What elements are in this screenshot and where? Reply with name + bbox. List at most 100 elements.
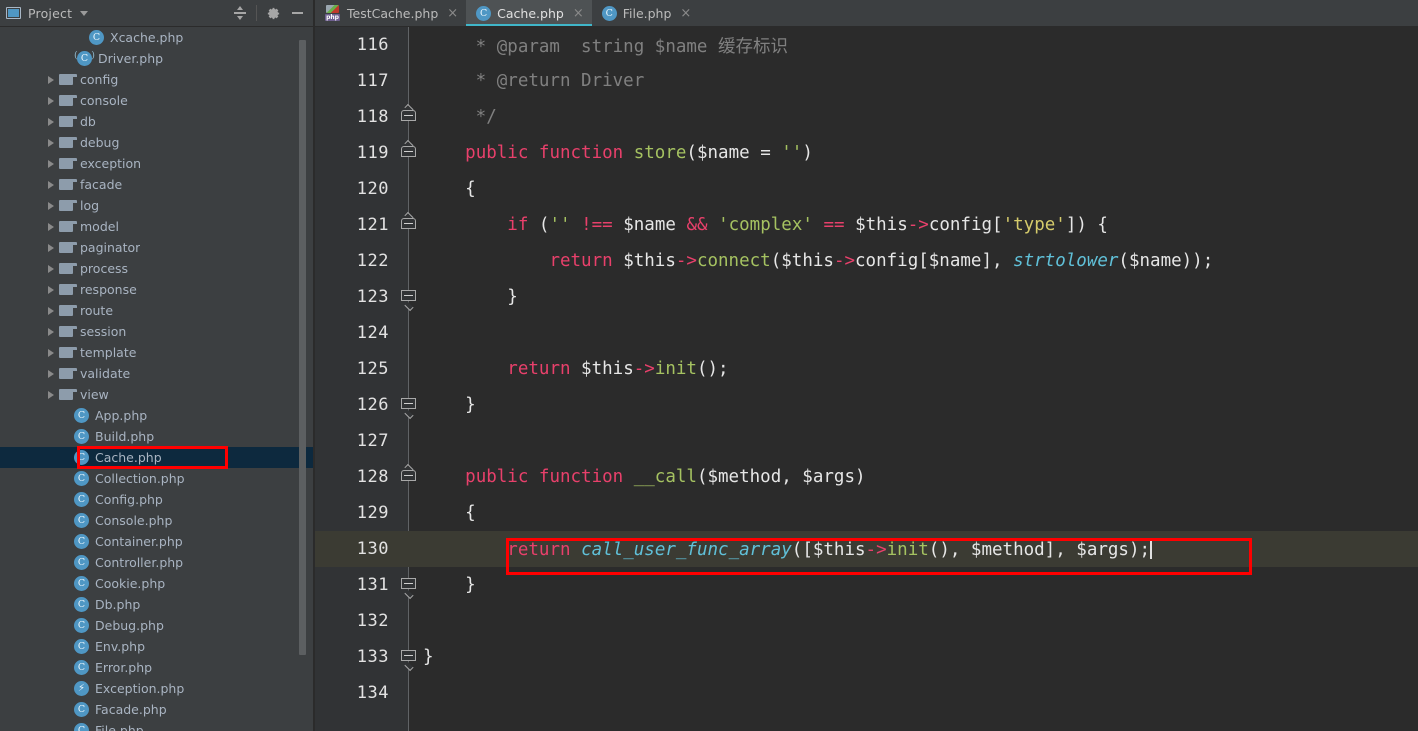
close-icon[interactable]: × [447,7,458,20]
code-line-126[interactable]: 126 } [315,387,1418,423]
tree-item-validate[interactable]: validate [0,363,315,384]
tree-item-driver-php[interactable]: (C) Driver.php [0,48,315,69]
code-line-123[interactable]: 123 } [315,279,1418,315]
expand-arrow-icon[interactable] [48,348,54,357]
expand-arrow-icon[interactable] [48,96,54,105]
tree-item-app-php[interactable]: C App.php [0,405,315,426]
fold-marker-start-icon[interactable] [401,211,416,233]
code-line-118[interactable]: 118 */ [315,99,1418,135]
close-icon[interactable]: × [680,7,691,20]
code-line-132[interactable]: 132 [315,603,1418,639]
tree-item-label: model [80,219,119,234]
tree-item-process[interactable]: process [0,258,315,279]
project-tree[interactable]: C Xcache.php (C) Driver.php config console db d… [0,27,315,731]
code-text: } [423,647,434,667]
tree-item-exception-php[interactable]: Exception.php [0,678,315,699]
tree-item-facade[interactable]: facade [0,174,315,195]
fold-marker-end-icon[interactable] [401,398,416,420]
tree-item-env-php[interactable]: C Env.php [0,636,315,657]
tree-item-route[interactable]: route [0,300,315,321]
tree-item-config[interactable]: config [0,69,315,90]
code-line-133[interactable]: 133} [315,639,1418,675]
tree-item-facade-php[interactable]: C Facade.php [0,699,315,720]
expand-arrow-icon[interactable] [48,201,54,210]
hide-panel-button[interactable] [285,2,309,24]
tree-item-log[interactable]: log [0,195,315,216]
expand-arrow-icon[interactable] [48,138,54,147]
expand-arrow-icon[interactable] [48,306,54,315]
tree-item-db-php[interactable]: C Db.php [0,594,315,615]
expand-arrow-icon[interactable] [48,180,54,189]
expand-arrow-icon[interactable] [48,390,54,399]
editor-tab-file-php[interactable]: C File.php × [591,0,700,26]
tree-item-xcache-php[interactable]: C Xcache.php [0,27,315,48]
expand-arrow-icon[interactable] [48,222,54,231]
tree-item-cookie-php[interactable]: C Cookie.php [0,573,315,594]
code-line-131[interactable]: 131 } [315,567,1418,603]
fold-marker-start-icon[interactable] [401,139,416,161]
code-line-122[interactable]: 122 return $this->connect($this->config[… [315,243,1418,279]
fold-marker-end-icon[interactable] [401,578,416,600]
code-line-120[interactable]: 120 { [315,171,1418,207]
code-line-121[interactable]: 121 if ('' !== $name && 'complex' == $th… [315,207,1418,243]
php-class-icon: C [74,471,89,486]
expand-arrow-icon[interactable] [48,75,54,84]
editor-tabbar[interactable]: php TestCache.php × C Cache.php × C File.php × [315,0,1418,27]
expand-arrow-icon[interactable] [48,117,54,126]
code-line-128[interactable]: 128 public function __call($method, $arg… [315,459,1418,495]
tree-item-build-php[interactable]: C Build.php [0,426,315,447]
code-line-127[interactable]: 127 [315,423,1418,459]
fold-marker-end-icon[interactable] [401,650,416,672]
tree-item-view[interactable]: view [0,384,315,405]
tree-item-container-php[interactable]: C Container.php [0,531,315,552]
code-content[interactable]: 116 * @param string $name 缓存标识 117 * @ret… [315,27,1418,711]
tree-item-debug[interactable]: debug [0,132,315,153]
tree-item-exception[interactable]: exception [0,153,315,174]
code-line-129[interactable]: 129 { [315,495,1418,531]
code-line-124[interactable]: 124 [315,315,1418,351]
tree-item-file-php[interactable]: C File.php [0,720,315,731]
tree-item-console-php[interactable]: C Console.php [0,510,315,531]
tree-item-debug-php[interactable]: C Debug.php [0,615,315,636]
code-line-134[interactable]: 134 [315,675,1418,711]
tree-item-session[interactable]: session [0,321,315,342]
fold-marker-end-icon[interactable] [401,290,416,312]
editor-tab-testcache-php[interactable]: php TestCache.php × [315,0,467,26]
tree-item-console[interactable]: console [0,90,315,111]
php-class-icon: C [476,5,492,21]
tree-item-paginator[interactable]: paginator [0,237,315,258]
code-line-117[interactable]: 117 * @return Driver [315,63,1418,99]
code-line-125[interactable]: 125 return $this->init(); [315,351,1418,387]
fold-marker-start-icon[interactable] [401,103,416,125]
fold-marker-start-icon[interactable] [401,463,416,485]
close-icon[interactable]: × [573,7,584,20]
chevron-down-icon[interactable] [80,10,89,16]
expand-arrow-icon[interactable] [48,327,54,336]
tree-item-label: response [80,282,137,297]
tree-item-config-php[interactable]: C Config.php [0,489,315,510]
expand-arrow-icon[interactable] [48,159,54,168]
line-number: 126 [356,395,389,415]
tree-item-controller-php[interactable]: C Controller.php [0,552,315,573]
editor-tab-cache-php[interactable]: C Cache.php × [466,0,592,26]
tree-item-error-php[interactable]: C Error.php [0,657,315,678]
code-line-119[interactable]: 119 public function store($name = '') [315,135,1418,171]
tree-item-db[interactable]: db [0,111,315,132]
tree-item-label: Xcache.php [110,30,184,45]
expand-arrow-icon[interactable] [48,369,54,378]
expand-arrow-icon[interactable] [48,243,54,252]
tree-item-collection-php[interactable]: C Collection.php [0,468,315,489]
code-viewport[interactable]: 116 * @param string $name 缓存标识 117 * @ret… [315,27,1418,731]
code-line-130[interactable]: 130 return call_user_func_array([$this->… [315,531,1418,567]
folder-icon [59,262,77,275]
tree-item-model[interactable]: model [0,216,315,237]
settings-button[interactable] [261,2,285,24]
tree-item-response[interactable]: response [0,279,315,300]
tree-item-template[interactable]: template [0,342,315,363]
expand-arrow-icon[interactable] [48,285,54,294]
collapse-all-button[interactable] [228,2,252,24]
code-line-116[interactable]: 116 * @param string $name 缓存标识 [315,27,1418,63]
expand-arrow-icon[interactable] [48,264,54,273]
tree-item-cache-php[interactable]: C Cache.php [0,447,315,468]
sidebar-scrollbar-thumb[interactable] [299,40,306,655]
